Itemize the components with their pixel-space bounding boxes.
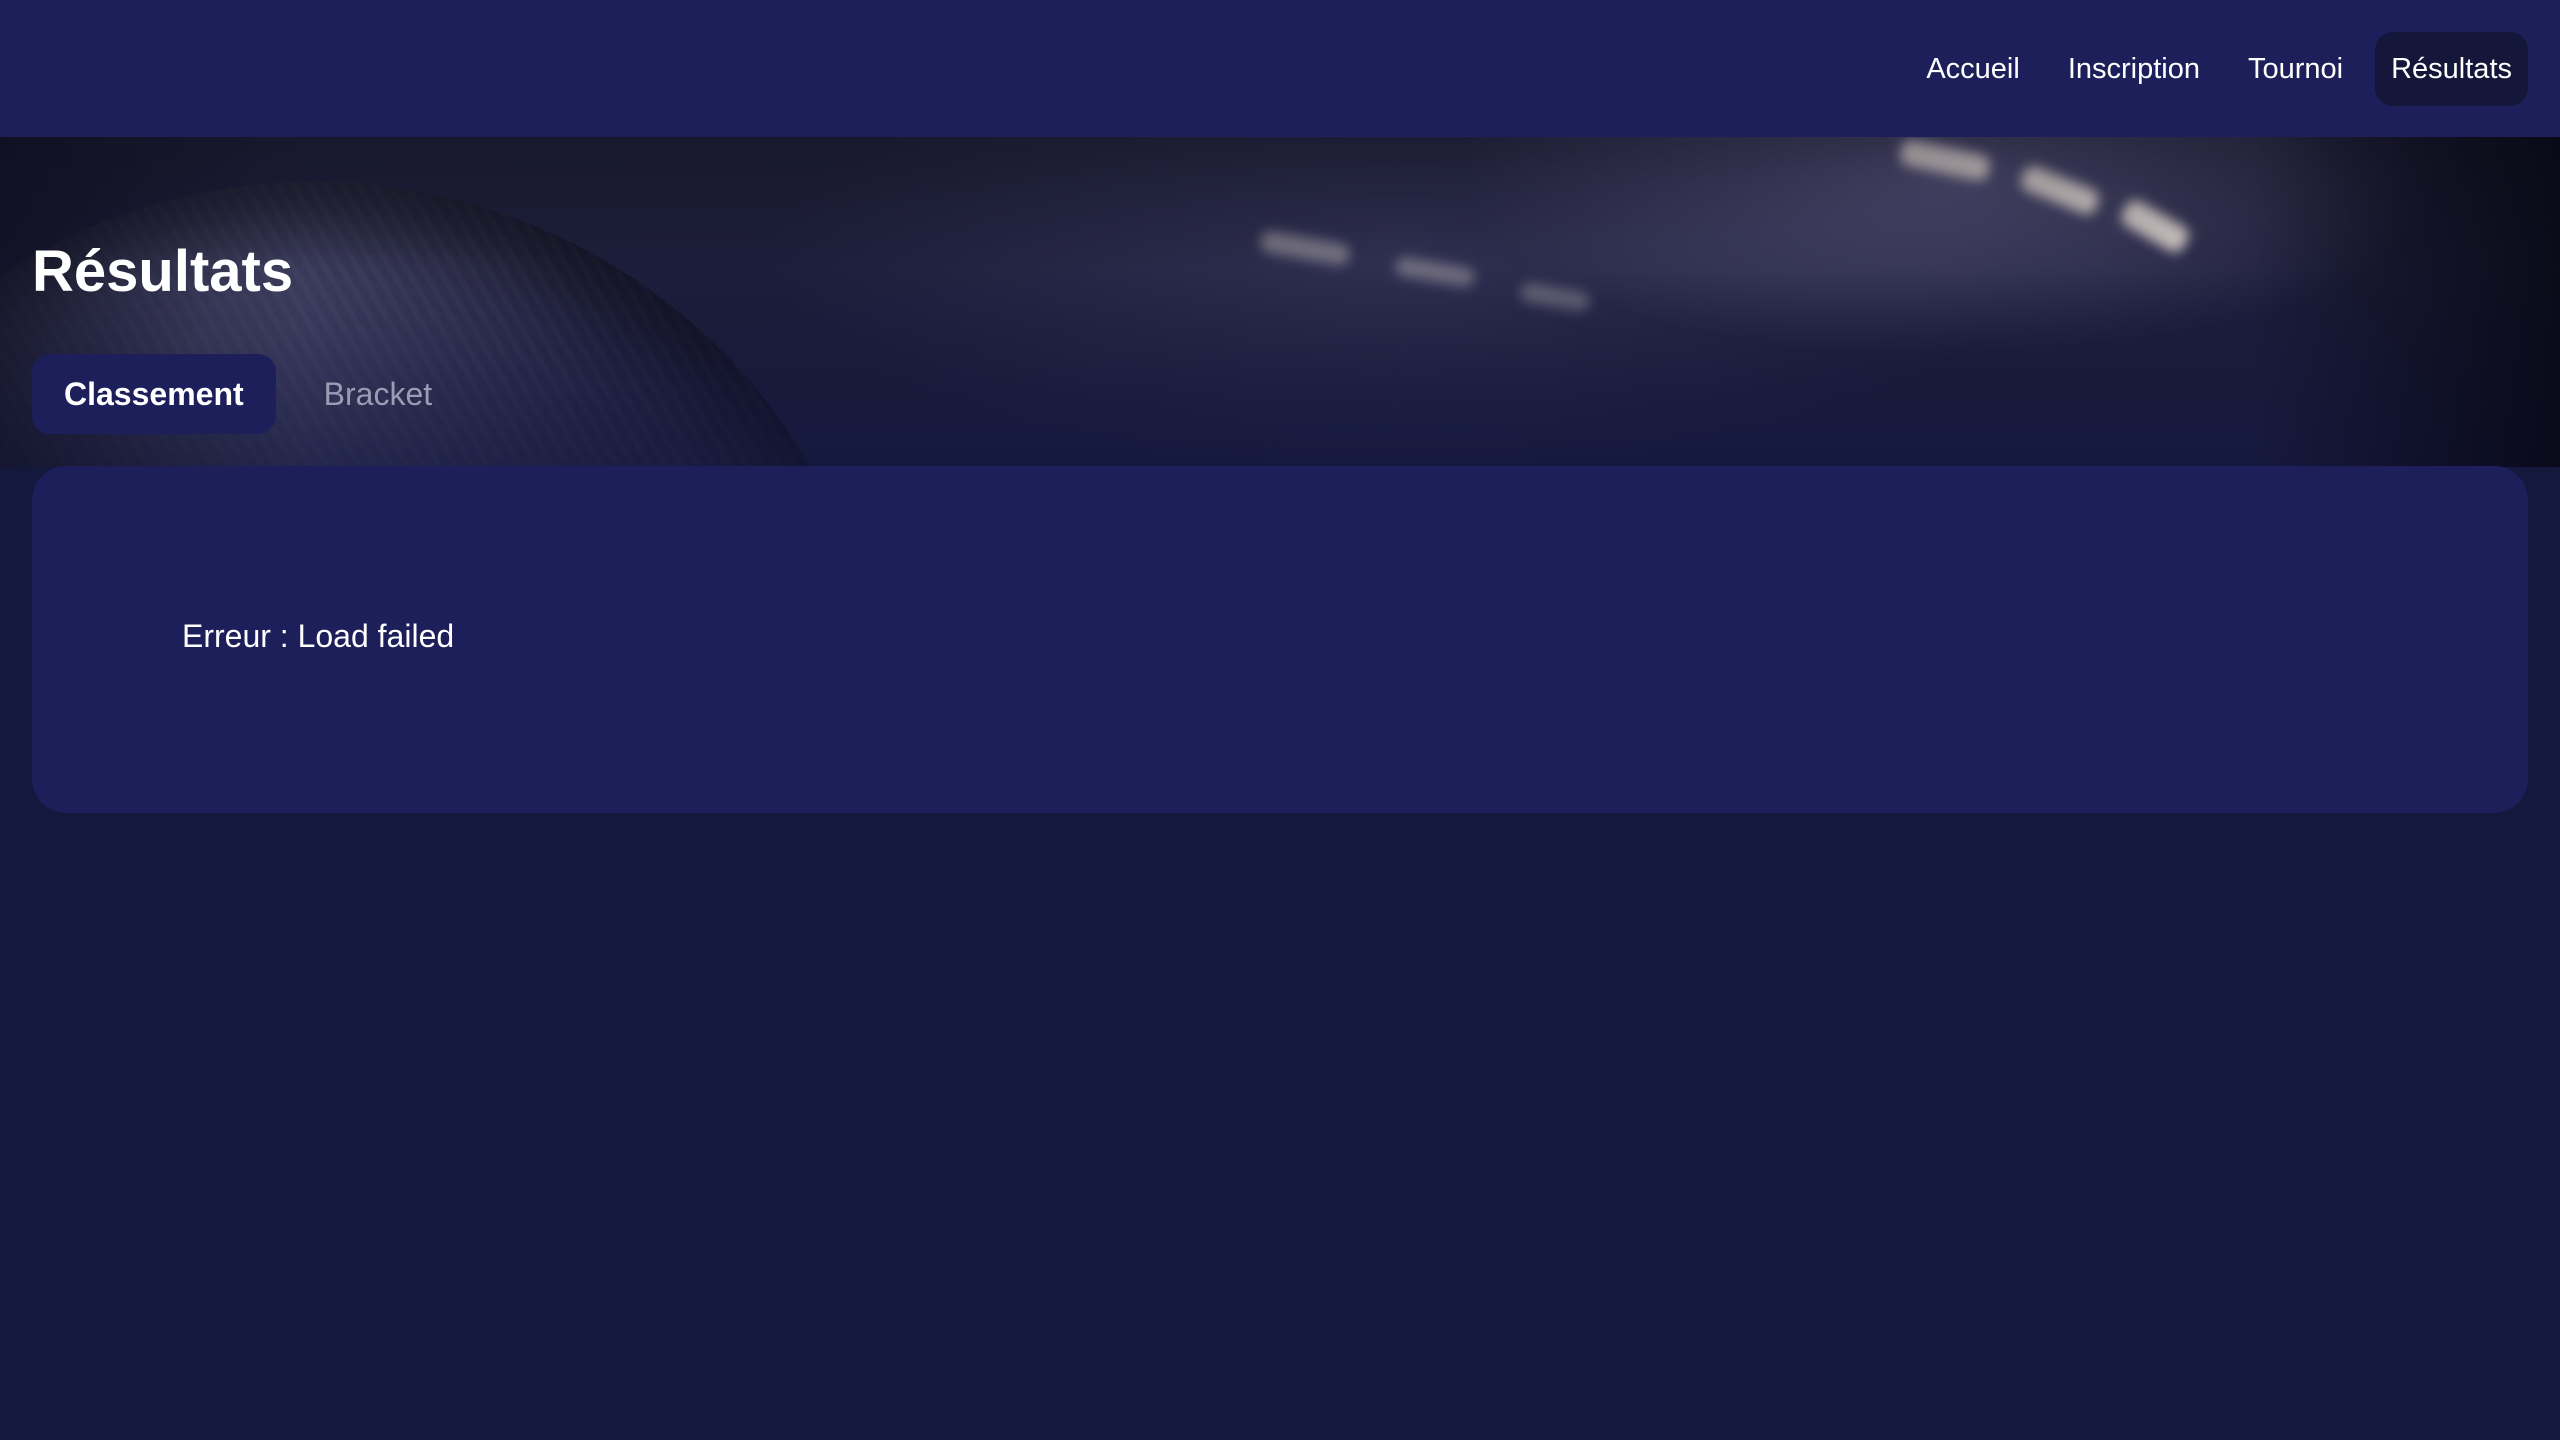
page-title: Résultats: [32, 239, 294, 304]
results-tabs: Classement Bracket: [32, 354, 464, 434]
stadium-light: [1393, 255, 1477, 289]
nav-link-resultats[interactable]: Résultats: [2375, 32, 2528, 106]
nav-link-tournoi[interactable]: Tournoi: [2232, 32, 2359, 106]
stadium-light: [2117, 196, 2193, 256]
stadium-light: [2018, 162, 2102, 218]
tab-bracket[interactable]: Bracket: [292, 354, 464, 434]
nav-link-accueil[interactable]: Accueil: [1910, 32, 2036, 106]
stadium-light: [1518, 281, 1592, 313]
main-nav: Accueil Inscription Tournoi Résultats: [1910, 32, 2528, 106]
results-panel: Erreur : Load failed: [32, 466, 2528, 813]
top-navigation-bar: Accueil Inscription Tournoi Résultats: [0, 0, 2560, 137]
stadium-light: [1898, 137, 1992, 183]
tab-classement[interactable]: Classement: [32, 354, 276, 434]
nav-link-inscription[interactable]: Inscription: [2052, 32, 2216, 106]
error-message: Erreur : Load failed: [182, 618, 455, 654]
stadium-light: [1258, 229, 1352, 267]
